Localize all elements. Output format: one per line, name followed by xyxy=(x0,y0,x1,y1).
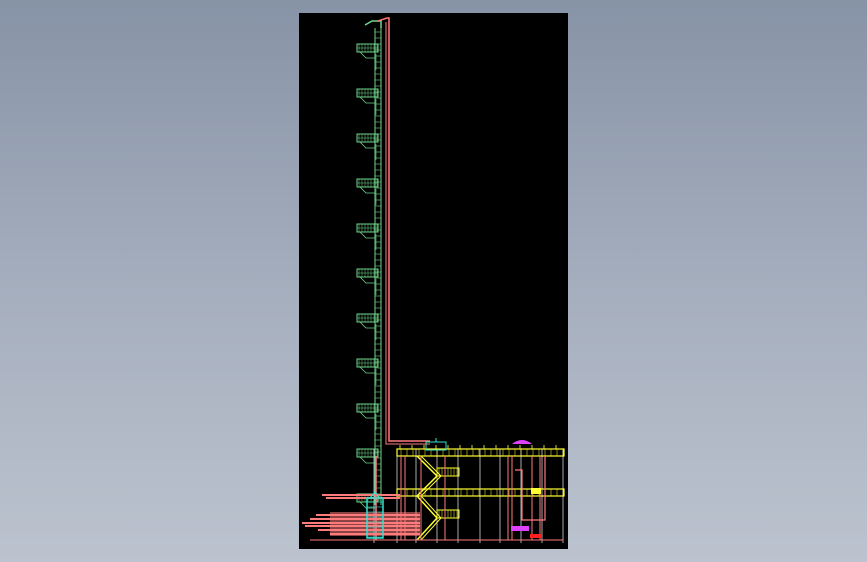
platform-bracket xyxy=(359,411,375,419)
drum-body xyxy=(511,526,529,531)
pipe-mass xyxy=(330,512,420,536)
platform-bracket xyxy=(359,231,375,239)
tank-dome xyxy=(512,440,532,444)
platform-bracket xyxy=(359,366,375,374)
yellow-block xyxy=(531,488,541,494)
elevation-drawing xyxy=(302,17,565,543)
cad-viewport[interactable] xyxy=(0,0,867,562)
riser-line-b xyxy=(385,22,430,445)
ladder-top-cap xyxy=(364,20,382,28)
ladder-column xyxy=(356,20,382,520)
drawing-canvas[interactable] xyxy=(299,13,568,549)
platform-bracket xyxy=(359,276,375,284)
platform-bracket xyxy=(359,141,375,149)
platform-bracket xyxy=(359,456,375,464)
red-marker xyxy=(530,534,542,538)
platform-bracket xyxy=(359,321,375,329)
platform-bracket xyxy=(359,186,375,194)
stair-stringer xyxy=(420,455,442,541)
platform-bracket xyxy=(359,51,375,59)
main-riser-pipe xyxy=(377,17,430,445)
platform-bracket xyxy=(359,96,375,104)
